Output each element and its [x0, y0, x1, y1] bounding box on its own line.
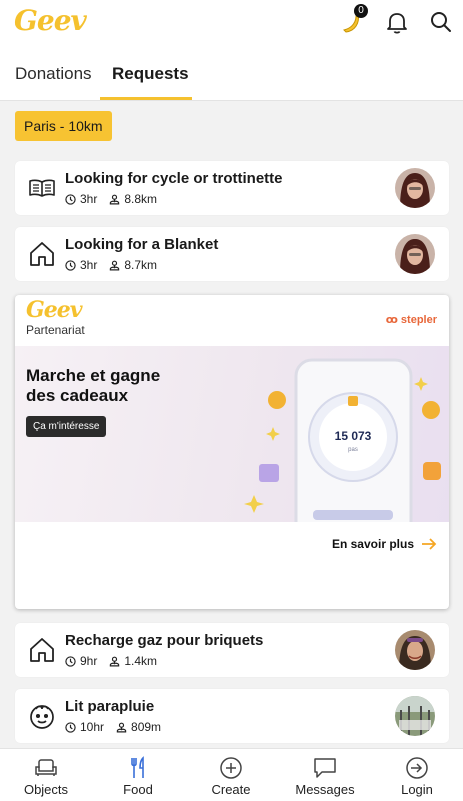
geev-logo[interactable]: Geev: [14, 4, 87, 37]
request-time: 10hr: [80, 720, 105, 734]
geev-logo: Geev: [26, 297, 83, 323]
request-meta: 9hr 1.4km: [65, 654, 157, 668]
request-meta: 3hr 8.7km: [65, 258, 157, 272]
nav-create[interactable]: Create: [185, 749, 277, 801]
request-meta: 10hr 809m: [65, 720, 161, 734]
location-pin-icon: [110, 194, 120, 204]
location-pin-icon: [110, 656, 120, 666]
clock-icon: [65, 721, 76, 733]
arrow-right-icon: [422, 538, 437, 550]
avatar[interactable]: [395, 168, 435, 208]
nav-login[interactable]: Login: [371, 749, 463, 801]
clock-icon: [65, 259, 76, 271]
search-icon[interactable]: [428, 9, 454, 35]
tab-donations[interactable]: Donations: [15, 64, 92, 84]
avatar[interactable]: [395, 696, 435, 736]
request-card[interactable]: Lit parapluie 10hr 809m: [15, 689, 449, 743]
request-time: 9hr: [80, 654, 98, 668]
avatar[interactable]: [395, 630, 435, 670]
active-tab-indicator: [100, 97, 192, 100]
stepler-logo: ꝏ stepler: [385, 314, 437, 326]
plus-circle-icon: [220, 757, 242, 779]
learn-more-link[interactable]: En savoir plus: [332, 537, 437, 551]
request-card[interactable]: Looking for a Blanket 3hr 8.7km: [15, 227, 449, 281]
clock-icon: [65, 655, 76, 667]
request-distance: 809m: [131, 720, 162, 734]
request-title: Recharge gaz pour briquets: [65, 632, 264, 649]
nav-label: Login: [401, 782, 433, 797]
request-title: Lit parapluie: [65, 698, 155, 715]
baby-icon: [27, 701, 57, 731]
sofa-icon: [35, 759, 57, 776]
ad-headline: Marche et gagne: [26, 366, 161, 385]
phone-illustration: 15 073 pas: [244, 358, 441, 522]
house-icon: [27, 635, 57, 665]
bell-icon[interactable]: [384, 9, 410, 35]
request-meta: 3hr 8.8km: [65, 192, 157, 206]
tab-bar: Donations Requests: [0, 44, 463, 101]
banana-count-badge: 0: [354, 4, 368, 18]
request-time: 3hr: [80, 192, 98, 206]
ad-headline: des cadeaux: [26, 386, 129, 405]
ad-cta-button[interactable]: Ça m'intéresse: [26, 416, 107, 437]
ad-banner[interactable]: Marche et gagne des cadeaux Ça m'intéres…: [15, 346, 449, 522]
svg-text:pas: pas: [348, 447, 358, 453]
svg-text:15 073: 15 073: [335, 429, 372, 443]
request-card[interactable]: Recharge gaz pour briquets 9hr 1.4km: [15, 623, 449, 677]
partnership-label: Partenariat: [26, 323, 85, 337]
cutlery-icon: [131, 756, 144, 778]
tab-requests[interactable]: Requests: [112, 64, 189, 84]
request-card[interactable]: Looking for cycle or trottinette 3hr 8.8…: [15, 161, 449, 215]
request-time: 3hr: [80, 258, 98, 272]
nav-label: Create: [211, 782, 251, 797]
request-distance: 1.4km: [124, 654, 158, 668]
login-icon: [406, 757, 428, 779]
avatar[interactable]: [395, 234, 435, 274]
request-distance: 8.7km: [124, 258, 158, 272]
request-title: Looking for a Blanket: [65, 236, 219, 253]
book-icon: [27, 173, 57, 203]
chat-icon: [314, 758, 336, 778]
nav-food[interactable]: Food: [92, 749, 184, 801]
request-title: Looking for cycle or trottinette: [65, 170, 283, 187]
top-bar: Geev 0: [0, 0, 463, 44]
nav-label: Messages: [295, 782, 355, 797]
location-filter-chip[interactable]: Paris - 10km: [15, 111, 112, 141]
sponsored-ad-card[interactable]: Geev Partenariat ꝏ stepler Marche et gag…: [15, 295, 449, 609]
nav-label: Objects: [23, 782, 69, 797]
nav-label: Food: [123, 782, 153, 797]
request-distance: 8.8km: [124, 192, 158, 206]
stepler-logo-mark: ꝏ: [385, 314, 401, 326]
location-pin-icon: [110, 260, 120, 270]
nav-messages[interactable]: Messages: [279, 749, 371, 801]
clock-icon: [65, 193, 76, 205]
nav-objects[interactable]: Objects: [0, 749, 92, 801]
bottom-navigation: Objects Food Create Messages Login: [0, 748, 463, 801]
house-icon: [27, 239, 57, 269]
location-pin-icon: [116, 722, 127, 732]
